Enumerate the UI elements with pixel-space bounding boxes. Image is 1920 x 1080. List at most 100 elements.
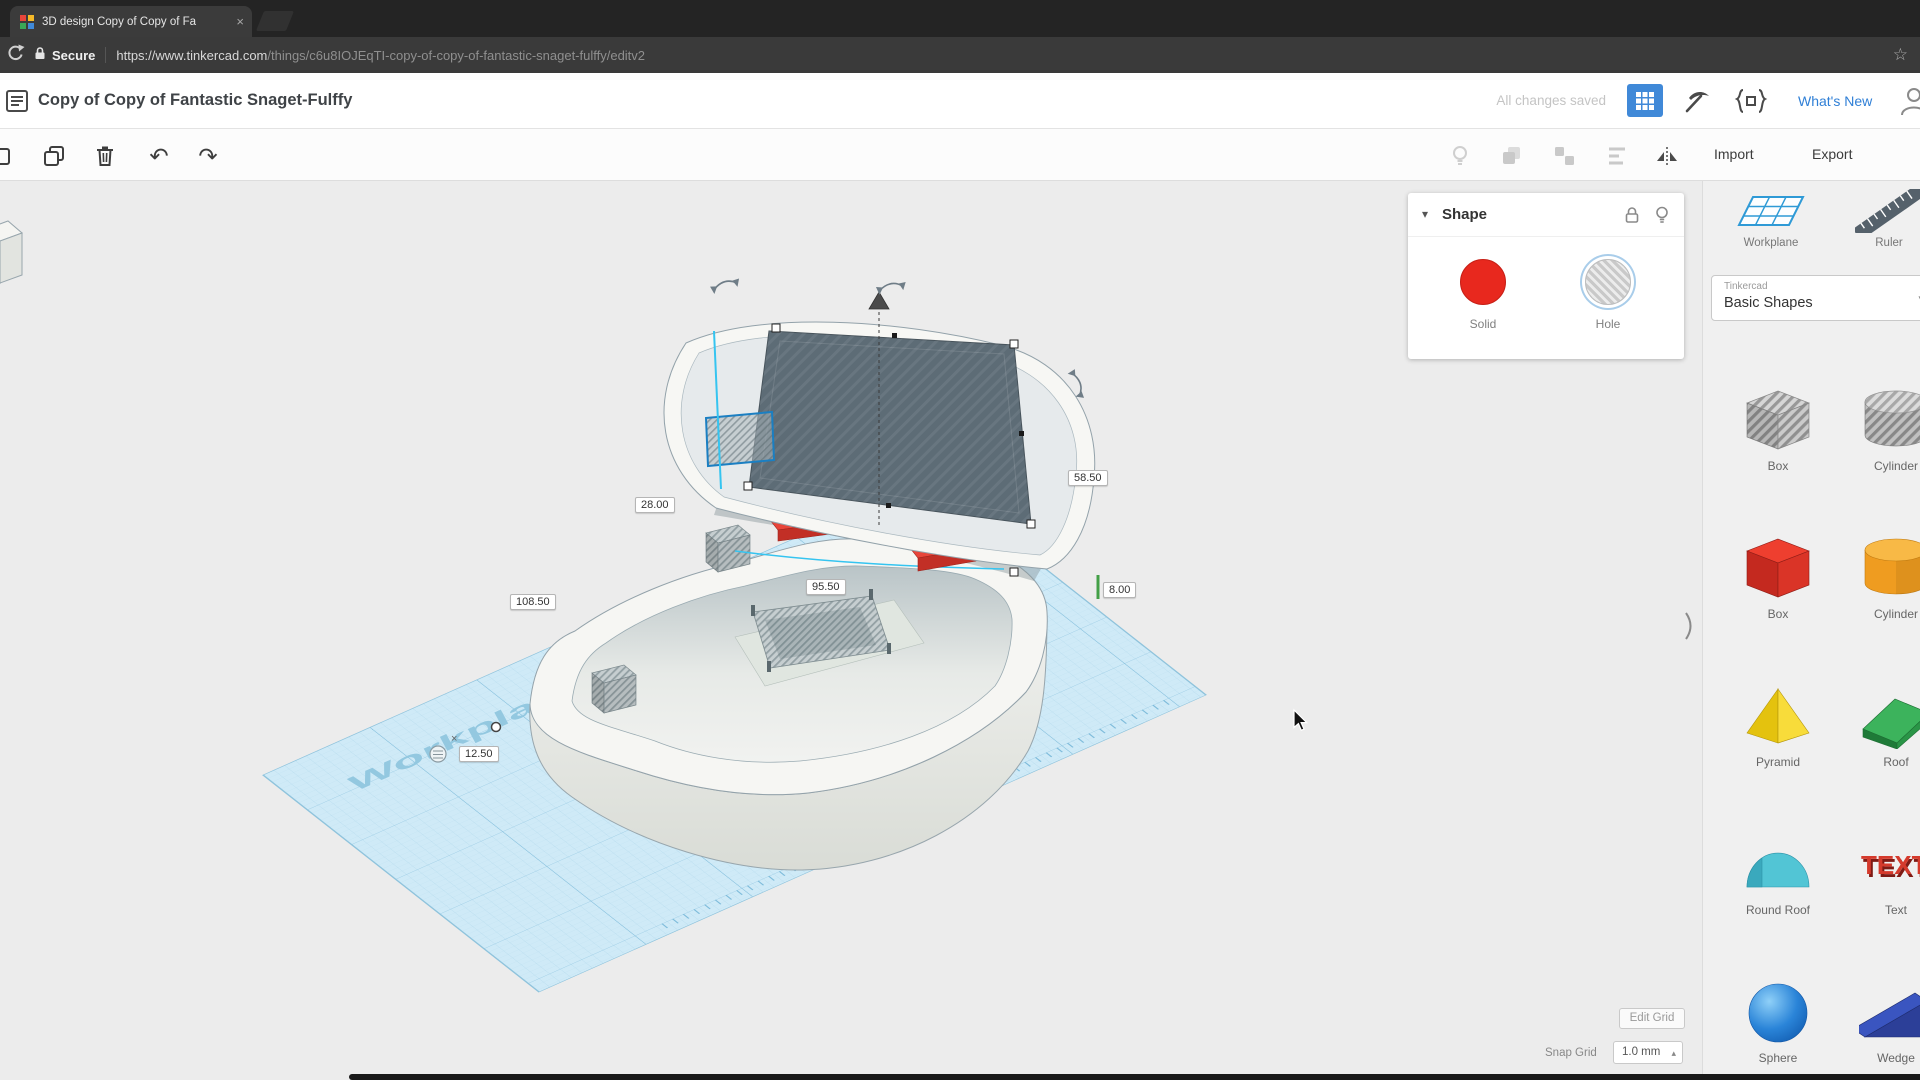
rotate-arrow-icon[interactable] — [708, 277, 742, 296]
dim-95[interactable]: 95.50 — [806, 579, 846, 595]
dim-58[interactable]: 58.50 — [1068, 470, 1108, 486]
shape-tile-roof[interactable]: Roof — [1837, 673, 1920, 821]
hole-option[interactable] — [1585, 259, 1631, 305]
menu-icon[interactable] — [4, 88, 30, 119]
shape-tile-hole-box[interactable]: Box — [1719, 377, 1837, 525]
hole-label: Hole — [1595, 317, 1621, 331]
browser-tab[interactable]: 3D design Copy of Copy of Fa × — [10, 6, 252, 37]
horizontal-scrollbar[interactable] — [349, 1074, 1920, 1080]
sidebar-collapse-handle[interactable] — [1682, 609, 1698, 643]
shape-inspector-panel: ▾ Shape Solid Hole — [1408, 193, 1684, 359]
shape-library-grid: Box Cylinder Box Cylinder Pyramid Roof R… — [1719, 377, 1920, 1080]
clipped-edge-icon[interactable] — [0, 143, 14, 169]
edit-grid-button[interactable]: Edit Grid — [1619, 1008, 1685, 1029]
pyramid-icon — [1746, 688, 1810, 744]
show-all-bulb-icon[interactable] — [1447, 143, 1473, 169]
shape-tile-round-roof[interactable]: Round Roof — [1719, 821, 1837, 969]
snap-grid-label: Snap Grid — [1545, 1047, 1597, 1059]
round-roof-icon — [1746, 852, 1810, 888]
app-header: Copy of Copy of Fantastic Snaget-Fulffy … — [0, 73, 1920, 129]
dim-8[interactable]: 8.00 — [1103, 582, 1137, 598]
tinkercad-editor-screenshot: { "browser": { "tab_title": "3D design C… — [0, 0, 1920, 1080]
import-button[interactable]: Import — [1706, 144, 1762, 164]
roof-icon — [1862, 698, 1920, 749]
mouse-cursor — [1293, 708, 1309, 732]
align-icon[interactable] — [1604, 143, 1630, 169]
lock-shape-icon[interactable] — [1624, 206, 1640, 229]
duplicate-icon[interactable] — [41, 143, 67, 169]
shapes-sidebar: Workplane Ruler Tinkercad Basic Shapes ▾ — [1702, 181, 1920, 1080]
dashboard-grid-button[interactable] — [1627, 84, 1663, 117]
redo-icon[interactable]: ↷ — [195, 143, 221, 169]
red-box-icon — [1746, 538, 1810, 598]
undo-icon[interactable]: ↶ — [146, 143, 172, 169]
snap-grid-select[interactable]: 1.0 mm ▴ — [1613, 1041, 1683, 1064]
shape-tile-text[interactable]: TEXT TEXT Text — [1837, 821, 1920, 969]
dim-12[interactable]: 12.50 — [459, 746, 499, 762]
sphere-icon — [1748, 983, 1808, 1043]
solid-label: Solid — [1469, 317, 1497, 331]
save-status: All changes saved — [1496, 93, 1606, 108]
edit-toolbar: ↶ ↷ Import Export — [0, 129, 1920, 181]
delete-trash-icon[interactable] — [92, 143, 118, 169]
shape-tile-cylinder[interactable]: Cylinder — [1837, 525, 1920, 673]
shape-panel-title: Shape — [1442, 206, 1488, 223]
hide-bulb-icon[interactable] — [1654, 206, 1670, 229]
omnibox-url[interactable]: https://www.tinkercad.com/things/c6u8IOJ… — [116, 48, 645, 63]
pickaxe-icon[interactable] — [1681, 87, 1711, 120]
svg-text:TEXT: TEXT — [1861, 850, 1920, 880]
ungroup-icon[interactable] — [1551, 143, 1577, 169]
workplane-tool-label: Workplane — [1743, 237, 1799, 249]
origin-widget-icon[interactable] — [429, 745, 447, 763]
tab-close-icon[interactable]: × — [236, 15, 244, 28]
caret-up-icon: ▴ — [1671, 1048, 1676, 1058]
shape-tile-box[interactable]: Box — [1719, 525, 1837, 673]
tab-title: 3D design Copy of Copy of Fa — [42, 15, 197, 28]
solid-option[interactable] — [1460, 259, 1506, 305]
ruler-icon — [1855, 189, 1920, 233]
workplane-icon — [1737, 196, 1805, 226]
rotate-arrow-icon[interactable] — [874, 281, 908, 296]
shape-panel-header: ▾ Shape — [1408, 193, 1684, 237]
reload-icon[interactable] — [4, 42, 26, 69]
shape-tile-sphere[interactable]: Sphere — [1719, 969, 1837, 1080]
hole-cylinder-icon — [1864, 390, 1920, 447]
ruler-tool-label: Ruler — [1875, 237, 1903, 249]
new-tab-button[interactable] — [255, 11, 295, 31]
design-title[interactable]: Copy of Copy of Fantastic Snaget-Fulffy — [38, 91, 352, 110]
raise-cone-handle[interactable] — [868, 291, 890, 310]
chevron-down-icon[interactable]: ▾ — [1422, 207, 1428, 221]
dim-108[interactable]: 108.50 — [510, 594, 556, 610]
wedge-icon — [1859, 992, 1920, 1038]
hole-box-hinge[interactable] — [705, 524, 751, 573]
workplane-tool[interactable]: Workplane — [1719, 189, 1823, 249]
codeblocks-icon[interactable] — [1733, 87, 1769, 120]
tinkercad-favicon-icon — [20, 14, 34, 29]
lock-icon — [34, 46, 46, 65]
shape-tile-pyramid[interactable]: Pyramid — [1719, 673, 1837, 821]
bookmark-star-icon[interactable]: ☆ — [1893, 45, 1908, 65]
whats-new-link[interactable]: What's New — [1798, 93, 1872, 109]
hole-box-left[interactable] — [591, 664, 637, 714]
shape-category-dropdown[interactable]: Tinkercad Basic Shapes ▾ — [1711, 275, 1920, 321]
browser-url-bar: Secure https://www.tinkercad.com/things/… — [0, 37, 1920, 73]
text-shape-icon: TEXT TEXT — [1861, 850, 1920, 883]
account-avatar-icon[interactable] — [1898, 85, 1920, 122]
shape-tile-wedge[interactable]: Wedge — [1837, 969, 1920, 1080]
axis-cross-icon: × — [451, 733, 457, 745]
url-separator — [105, 47, 107, 63]
viewport: Workplane × 28.00 58.50 108.50 95.50 8.0… — [0, 181, 1920, 1080]
orange-cylinder-icon — [1864, 538, 1920, 595]
selected-hole-box[interactable] — [704, 410, 776, 468]
mirror-flip-icon[interactable] — [1654, 143, 1680, 169]
group-icon[interactable] — [1499, 143, 1525, 169]
corner-round-handle[interactable] — [490, 721, 502, 733]
offscreen-box[interactable] — [0, 220, 23, 285]
shape-tile-hole-cylinder[interactable]: Cylinder — [1837, 377, 1920, 525]
export-button[interactable]: Export — [1804, 144, 1860, 164]
browser-tab-bar: 3D design Copy of Copy of Fa × — [0, 0, 1920, 37]
category-name: Basic Shapes — [1724, 295, 1813, 311]
hole-box-icon — [1746, 390, 1810, 450]
dim-28[interactable]: 28.00 — [635, 497, 675, 513]
ruler-tool[interactable]: Ruler — [1837, 189, 1920, 249]
